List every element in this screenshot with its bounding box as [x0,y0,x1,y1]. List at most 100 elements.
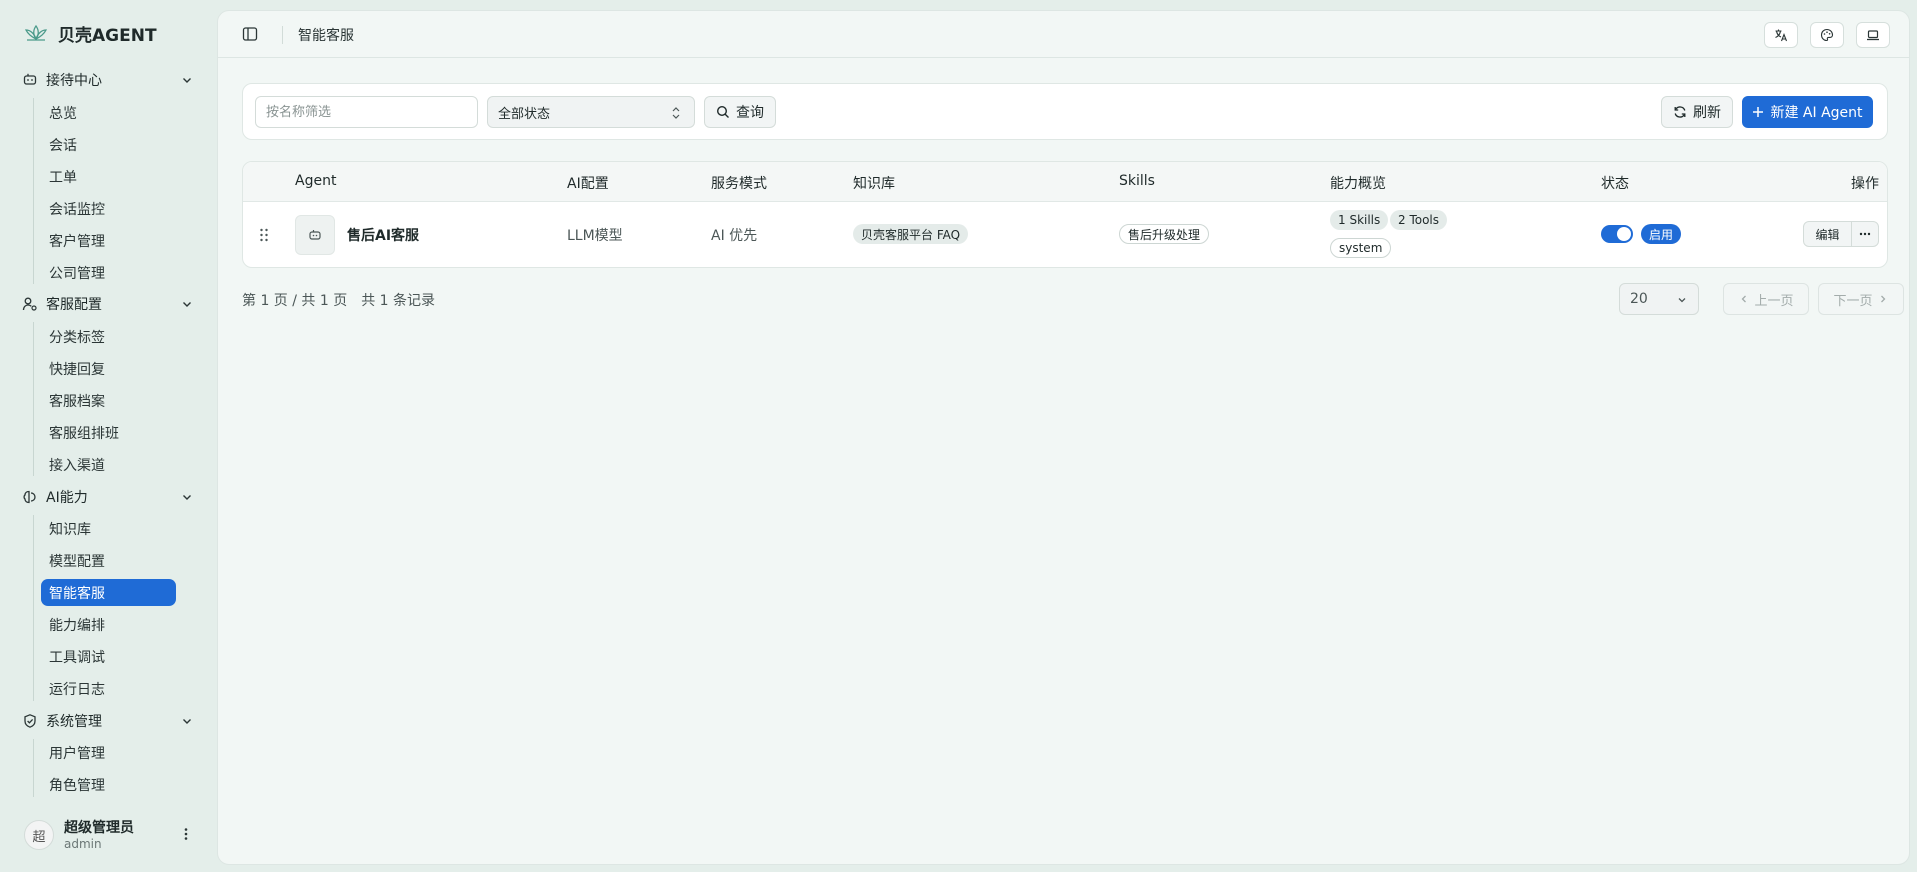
search-icon [716,105,729,118]
sidebar-item-group-schedule[interactable]: 客服组排班 [41,419,176,446]
sidebar-item-users[interactable]: 用户管理 [41,739,176,766]
screen-button[interactable] [1856,22,1890,48]
next-page-button[interactable]: 下一页 [1818,283,1904,315]
ai-config-value: LLM模型 [567,228,623,244]
chevron-down-icon [183,78,191,83]
user-profile[interactable]: 超 超级管理员 admin [24,816,194,854]
chevron-down-icon [1678,298,1686,303]
table-header: Agent AI配置 服务模式 知识库 Skills 能力概览 状态 操作 [243,162,1887,202]
service-mode-value: AI 优先 [711,228,758,244]
nav-group-system[interactable]: 系统管理 [22,707,194,735]
col-skills: Skills [1119,173,1155,189]
nav-tree-line [33,515,34,701]
sidebar-item-agent-profiles[interactable]: 客服档案 [41,387,176,414]
divider [282,26,283,44]
chevron-left-icon [1742,295,1747,303]
new-agent-button[interactable]: 新建 AI Agent [1742,96,1873,128]
sidebar-item-session-monitor[interactable]: 会话监控 [41,195,176,222]
skill-tag: 售后升级处理 [1119,224,1210,244]
agent-name[interactable]: 售后AI客服 [347,225,419,245]
new-agent-label: 新建 AI Agent [1770,105,1863,121]
user-account: admin [64,836,102,851]
nav-tree-line [33,739,34,797]
topbar: 智能客服 [218,11,1909,58]
bot-icon [309,230,321,240]
col-knowledge-base: 知识库 [853,176,895,192]
sidebar-item-category-tags[interactable]: 分类标签 [41,323,176,350]
more-actions-button[interactable] [1852,222,1878,246]
nav-group-reception[interactable]: 接待中心 [22,66,194,94]
sidebar-item-tool-debug[interactable]: 工具调试 [41,643,176,670]
pagination-summary: 第 1 页 / 共 1 页 共 1 条记录 [242,293,436,309]
chat-bot-icon [23,73,37,85]
row-actions: 编辑 [1803,221,1879,247]
col-ai-config: AI配置 [567,176,609,192]
col-capabilities: 能力概览 [1330,176,1386,192]
shield-check-icon [24,714,36,728]
more-vertical-icon[interactable] [178,826,194,842]
chevron-down-icon [183,302,191,307]
edit-button[interactable]: 编辑 [1804,222,1852,246]
sidebar-item-smart-service[interactable]: 智能客服 [41,579,176,606]
sidebar-item-model-config[interactable]: 模型配置 [41,547,176,574]
chevron-down-icon [183,719,191,724]
plus-icon [1753,107,1764,117]
prev-page-button[interactable]: 上一页 [1723,283,1809,315]
sidebar-item-channels[interactable]: 接入渠道 [41,451,176,478]
page-size-value: 20 [1630,291,1648,307]
col-actions: 操作 [1851,176,1879,192]
theme-button[interactable] [1810,22,1844,48]
status-select[interactable]: 全部状态 [487,96,695,128]
sidebar-item-knowledge-base[interactable]: 知识库 [41,515,176,542]
sidebar-item-overview[interactable]: 总览 [41,99,176,126]
nav-tree-line [33,322,34,476]
page-size-select[interactable]: 20 [1619,283,1699,315]
table-row[interactable]: 售后AI客服 LLM模型 AI 优先 贝壳客服平台 FAQ 售后升级处理 1 S… [243,202,1887,267]
sidebar-item-companies[interactable]: 公司管理 [41,259,176,286]
drag-handle-icon[interactable] [258,227,270,243]
language-button[interactable] [1764,22,1798,48]
sidebar-item-quick-replies[interactable]: 快捷回复 [41,355,176,382]
sidebar-item-capability-orchestration[interactable]: 能力编排 [41,611,176,638]
nav-group-ai[interactable]: AI能力 [22,483,194,511]
query-button[interactable]: 查询 [704,96,776,128]
refresh-button[interactable]: 刷新 [1661,96,1733,128]
chevron-updown-icon [672,107,680,119]
translate-icon [1775,29,1788,42]
sidebar-toggle-icon[interactable] [242,26,258,42]
sidebar-item-tickets[interactable]: 工单 [41,163,176,190]
breadcrumb: 智能客服 [298,28,354,44]
user-settings-icon [22,297,37,311]
brain-icon [23,490,36,504]
name-filter-input[interactable] [255,96,478,128]
enabled-toggle[interactable] [1601,225,1633,243]
brand-name: 贝壳AGENT [58,25,157,46]
avatar: 超 [24,820,54,850]
toggle-knob [1617,227,1631,241]
main-panel: 智能客服 全部状态 查询 刷新 新建 AI Agent [217,10,1910,865]
prev-page-label: 上一页 [1754,293,1794,309]
filter-bar: 全部状态 查询 刷新 新建 AI Agent [242,83,1888,140]
sidebar: 贝壳AGENT 接待中心 总览 会话 工单 会话监控 客户管理 公司管理 客服配… [0,0,216,872]
chevron-down-icon [183,495,191,500]
nav-group-label: 客服配置 [46,297,102,313]
nav-group-service-config[interactable]: 客服配置 [22,290,194,318]
next-page-label: 下一页 [1833,293,1873,309]
col-agent: Agent [295,173,337,189]
status-select-value: 全部状态 [498,106,551,122]
chevron-right-icon [1880,295,1885,303]
sidebar-item-customers[interactable]: 客户管理 [41,227,176,254]
sidebar-item-run-logs[interactable]: 运行日志 [41,675,176,702]
lotus-logo-icon [24,24,48,41]
agent-avatar [295,215,335,255]
status-badge: 启用 [1641,224,1682,244]
capability-tag: 1 Skills [1330,210,1389,230]
nav-group-label: 系统管理 [46,714,102,730]
sidebar-item-sessions[interactable]: 会话 [41,131,176,158]
refresh-icon [1674,106,1686,118]
brand[interactable]: 贝壳AGENT [24,20,157,46]
sidebar-item-roles[interactable]: 角色管理 [41,771,176,798]
nav-group-label: AI能力 [46,490,88,506]
user-name: 超级管理员 [64,819,134,836]
knowledge-base-tag: 贝壳客服平台 FAQ [853,224,969,244]
